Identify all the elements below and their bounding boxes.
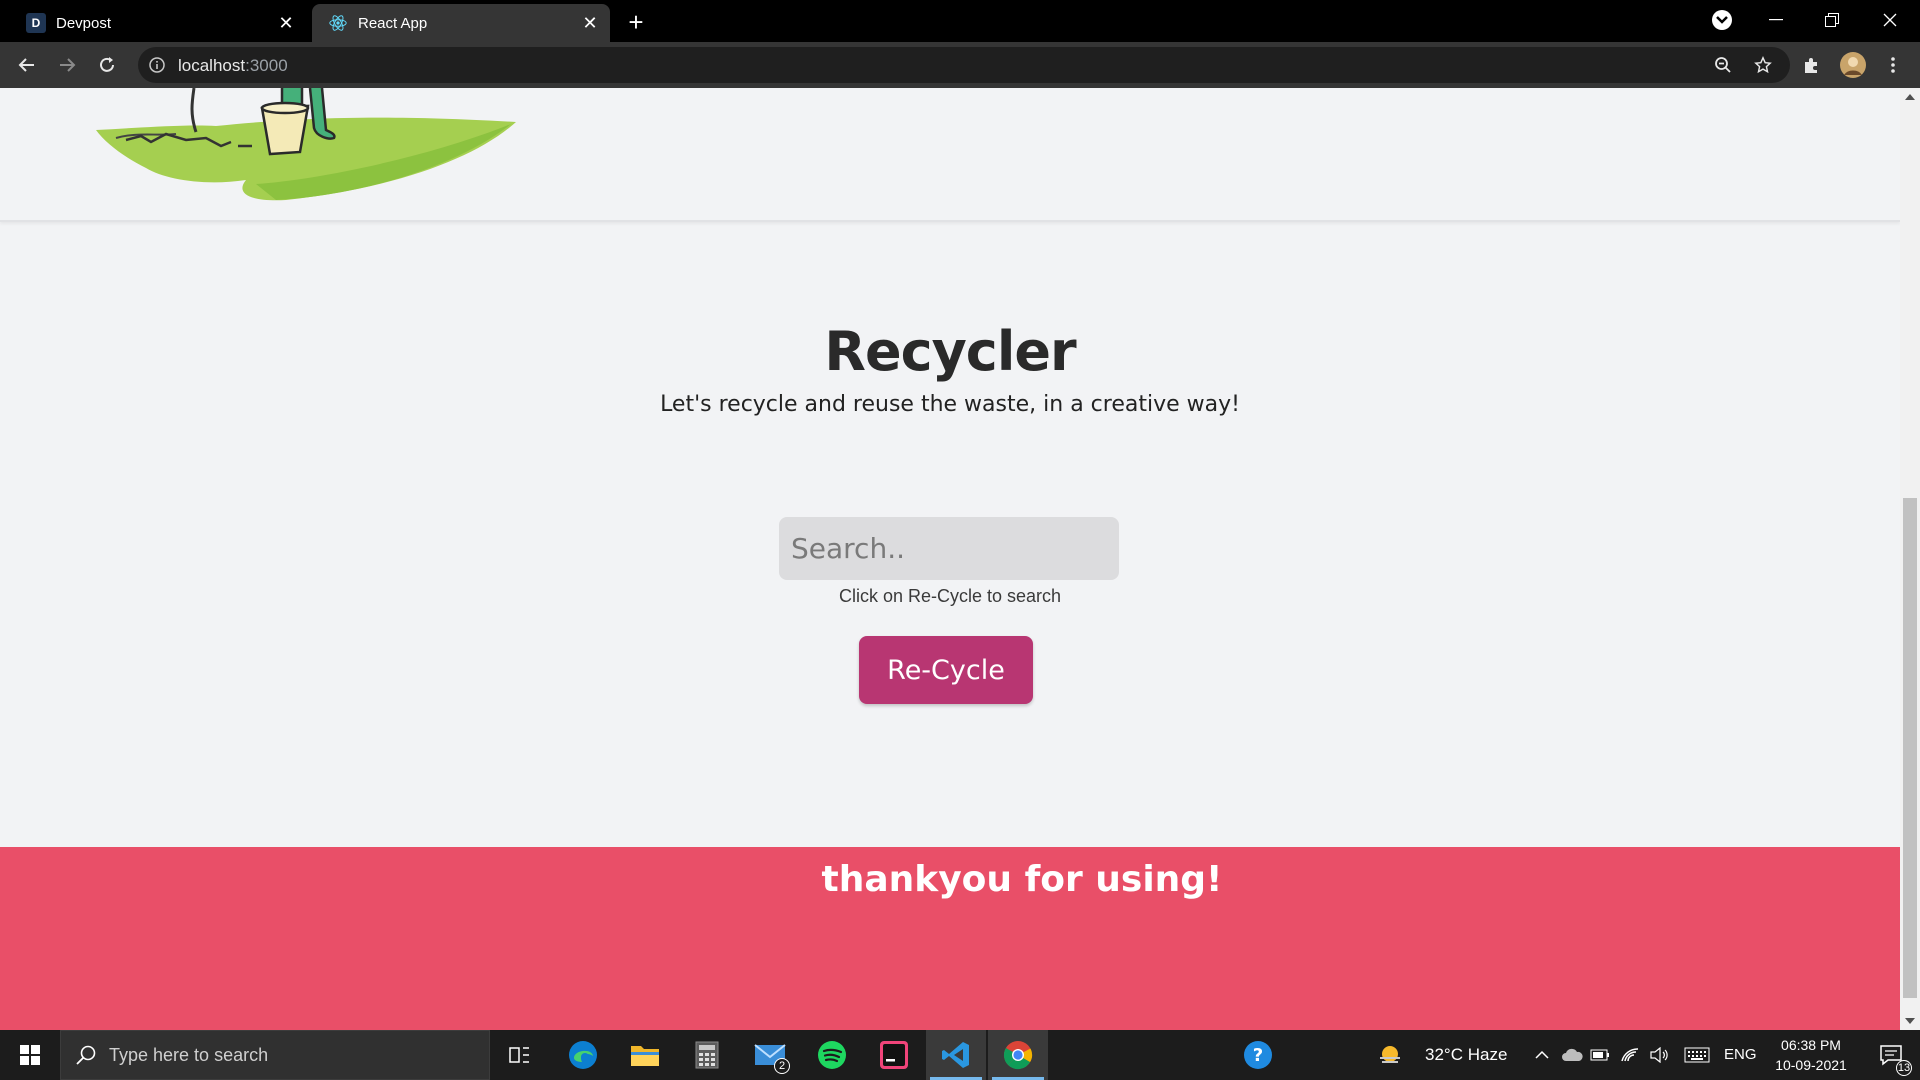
restore-icon[interactable] — [1804, 0, 1860, 40]
mail-badge: 2 — [774, 1058, 790, 1074]
task-view-icon[interactable] — [490, 1030, 550, 1080]
clock[interactable]: 06:38 PM 10-09-2021 — [1766, 1035, 1856, 1075]
browser-toolbar: localhost:3000 — [0, 42, 1920, 88]
vscode-icon[interactable] — [926, 1030, 986, 1080]
tab-title: React App — [358, 14, 428, 32]
onedrive-cloud-icon[interactable] — [1560, 1030, 1584, 1080]
tagline: Let's recycle and reuse the waste, in a … — [660, 392, 1240, 417]
scroll-up-icon[interactable] — [1905, 94, 1915, 100]
forward-arrow-icon[interactable] — [52, 50, 82, 80]
page-title: Recycler — [824, 320, 1076, 383]
taskbar-search-placeholder: Type here to search — [109, 1044, 269, 1065]
windows-start-icon[interactable] — [0, 1030, 60, 1080]
notification-center-icon[interactable]: 13 — [1866, 1030, 1916, 1080]
notification-count: 13 — [1896, 1060, 1912, 1076]
reload-icon[interactable] — [92, 50, 122, 80]
site-info-icon[interactable] — [148, 56, 166, 74]
wifi-icon[interactable] — [1618, 1030, 1642, 1080]
search-icon — [75, 1044, 97, 1066]
url-text: localhost:3000 — [178, 56, 288, 75]
spotify-icon[interactable] — [802, 1030, 862, 1080]
react-favicon-icon — [328, 13, 348, 33]
address-bar[interactable]: localhost:3000 — [138, 47, 1790, 83]
chrome-icon[interactable] — [988, 1030, 1048, 1080]
close-tab-icon[interactable]: ✕ — [272, 9, 300, 37]
bookmark-star-icon[interactable] — [1748, 50, 1778, 80]
recycling-illustration — [96, 88, 516, 201]
language-indicator[interactable]: ENG — [1724, 1046, 1757, 1063]
tab-search-icon[interactable] — [1712, 10, 1732, 30]
scroll-down-icon[interactable] — [1905, 1018, 1915, 1024]
profile-avatar[interactable] — [1838, 50, 1868, 80]
taskbar-search-box[interactable]: Type here to search — [60, 1030, 490, 1080]
weather-text[interactable]: 32°C Haze — [1425, 1045, 1507, 1065]
weather-haze-icon[interactable] — [1370, 1030, 1410, 1080]
clock-date: 10-09-2021 — [1775, 1057, 1847, 1073]
close-window-icon[interactable] — [1862, 0, 1918, 40]
help-icon[interactable]: ? — [1228, 1030, 1288, 1080]
extensions-puzzle-icon[interactable] — [1796, 50, 1826, 80]
page-scrollbar[interactable] — [1900, 88, 1920, 1030]
minimize-icon[interactable] — [1748, 0, 1804, 40]
close-tab-icon[interactable]: ✕ — [576, 9, 604, 37]
keyboard-icon[interactable] — [1682, 1030, 1712, 1080]
tab-title: Devpost — [56, 14, 112, 32]
calculator-icon[interactable] — [677, 1030, 737, 1080]
scrollbar-thumb[interactable] — [1903, 498, 1917, 998]
terminal-app-icon[interactable] — [864, 1030, 924, 1080]
windows-taskbar: Type here to search 2 ? 32°C Haze ENG 06… — [0, 1030, 1920, 1080]
back-arrow-icon[interactable] — [12, 50, 42, 80]
edge-browser-icon[interactable] — [553, 1030, 613, 1080]
recycle-button[interactable]: Re-Cycle — [859, 636, 1033, 704]
tab-react-app[interactable]: React App ✕ — [312, 4, 610, 42]
footer: thankyou for using! — [0, 847, 1900, 1030]
page-content: Recycler Let's recycle and reuse the was… — [0, 88, 1900, 1030]
devpost-favicon-icon: D — [26, 13, 46, 33]
footer-text: thankyou for using! — [821, 859, 1223, 900]
clock-time: 06:38 PM — [1781, 1037, 1841, 1053]
svg-text:?: ? — [1253, 1045, 1263, 1066]
new-tab-button[interactable]: + — [620, 6, 652, 38]
file-explorer-icon[interactable] — [615, 1030, 675, 1080]
menu-kebab-icon[interactable] — [1878, 50, 1908, 80]
battery-icon[interactable] — [1588, 1030, 1612, 1080]
zoom-icon[interactable] — [1708, 50, 1738, 80]
search-input[interactable] — [779, 517, 1119, 580]
chevron-up-icon[interactable] — [1532, 1030, 1552, 1080]
browser-tab-strip: D Devpost ✕ React App ✕ + — [0, 0, 1920, 42]
mail-icon[interactable]: 2 — [740, 1030, 800, 1080]
hero-section — [0, 88, 1900, 222]
tab-devpost[interactable]: D Devpost ✕ — [10, 4, 306, 42]
search-hint: Click on Re-Cycle to search — [838, 586, 1062, 606]
volume-icon[interactable] — [1648, 1030, 1672, 1080]
